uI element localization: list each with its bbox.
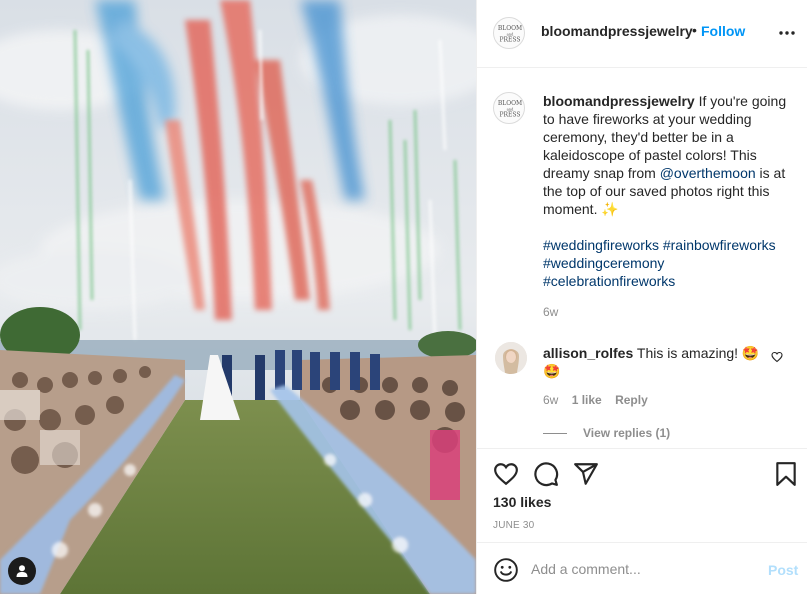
comment-meta: 6w 1 like Reply: [543, 393, 648, 407]
mention-link[interactable]: @overthemoon: [660, 165, 756, 181]
replies-divider: [543, 433, 567, 435]
svg-text:PRESS: PRESS: [499, 112, 520, 119]
reply-button[interactable]: Reply: [615, 393, 648, 407]
bloom-and-press-logo: BLOOM and PRESS: [498, 25, 522, 44]
caption-username[interactable]: bloomandpressjewelry: [543, 93, 695, 109]
hashtag-link[interactable]: #celebrationfireworks: [543, 273, 675, 289]
comment-input[interactable]: [531, 557, 741, 581]
share-icon[interactable]: [573, 461, 599, 487]
comment-like-icon[interactable]: [771, 351, 783, 363]
wedding-fireworks-image: [0, 0, 476, 594]
view-replies-button[interactable]: View replies (1): [543, 426, 670, 440]
add-comment-bar: Post: [477, 542, 807, 594]
header-username[interactable]: bloomandpressjewelry: [541, 23, 693, 39]
header-separator: •: [692, 22, 697, 38]
hashtag-list: #weddingfireworks #rainbowfireworks #wed…: [543, 236, 793, 290]
comment-username[interactable]: allison_rolfes: [543, 345, 633, 361]
hashtag-link[interactable]: #weddingceremony: [543, 255, 664, 271]
svg-text:BLOOM: BLOOM: [498, 25, 522, 32]
follow-button[interactable]: Follow: [701, 23, 745, 39]
post-comment-button[interactable]: Post: [768, 562, 798, 578]
hashtag-link[interactable]: #rainbowfireworks: [663, 237, 776, 253]
comment-timestamp[interactable]: 6w: [543, 393, 558, 407]
svg-text:BLOOM: BLOOM: [498, 100, 522, 107]
post-date[interactable]: JUNE 30: [493, 520, 534, 531]
bloom-and-press-logo: BLOOM and PRESS: [498, 100, 522, 119]
more-horizontal-icon[interactable]: [777, 23, 797, 43]
tagged-people-button[interactable]: [8, 557, 36, 585]
likes-count[interactable]: 130 likes: [493, 494, 551, 510]
avatar-photo: [495, 342, 527, 374]
post-actions: 130 likes JUNE 30: [477, 448, 807, 542]
hashtag-link[interactable]: #weddingfireworks: [543, 237, 659, 253]
svg-text:PRESS: PRESS: [499, 37, 520, 44]
caption-avatar[interactable]: BLOOM and PRESS: [493, 92, 525, 124]
view-replies-label: View replies (1): [583, 426, 671, 440]
account-avatar[interactable]: BLOOM and PRESS: [493, 17, 525, 49]
heart-icon[interactable]: [493, 461, 519, 487]
emoji-icon[interactable]: [493, 557, 519, 583]
caption-timestamp[interactable]: 6w: [543, 305, 558, 319]
comment-icon[interactable]: [533, 461, 559, 487]
bookmark-icon[interactable]: [773, 461, 799, 487]
post-side-panel: BLOOM and PRESS bloomandpressjewelry • F…: [476, 0, 807, 594]
comment-like-count[interactable]: 1 like: [572, 393, 602, 407]
post-header: BLOOM and PRESS bloomandpressjewelry • F…: [477, 0, 807, 68]
commenter-avatar[interactable]: [495, 342, 527, 374]
post-caption: bloomandpressjewelry If you're going to …: [543, 92, 793, 290]
comments-list: BLOOM and PRESS bloomandpressjewelry If …: [477, 68, 807, 448]
person-icon: [16, 565, 28, 577]
post-photo[interactable]: [0, 0, 476, 594]
comment-body: allison_rolfes This is amazing! 🤩🤩: [543, 344, 763, 380]
instagram-post-modal: BLOOM and PRESS bloomandpressjewelry • F…: [0, 0, 807, 594]
